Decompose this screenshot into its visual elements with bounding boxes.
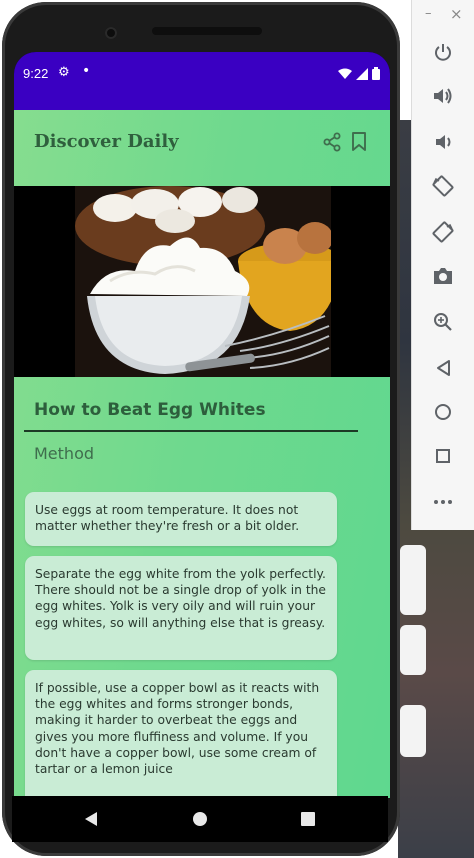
- notification-dot-icon: •: [82, 63, 91, 79]
- desktop-card: [400, 705, 426, 757]
- gear-icon: ⚙: [58, 65, 70, 80]
- bookmark-button[interactable]: [347, 130, 371, 154]
- back-icon: [85, 812, 97, 826]
- emulator-back-button[interactable]: [431, 356, 455, 380]
- front-camera: [105, 27, 117, 39]
- step-text: Separate the egg white from the yolk per…: [35, 567, 327, 630]
- app-title: Discover Daily: [34, 131, 179, 152]
- more-icon: [434, 500, 452, 504]
- status-time: 9:22: [23, 66, 49, 81]
- power-icon: [435, 44, 451, 61]
- volume-up-button[interactable]: [431, 84, 455, 108]
- step-text: If possible, use a copper bowl as it rea…: [35, 681, 320, 777]
- power-button[interactable]: [431, 40, 455, 64]
- rotate-right-button[interactable]: [431, 220, 455, 244]
- overview-icon: [301, 812, 315, 826]
- rotate-left-icon: [432, 175, 454, 197]
- volume-down-icon: [436, 135, 451, 149]
- home-icon: [193, 812, 207, 826]
- screenshot-button[interactable]: [431, 264, 455, 288]
- title-divider: [24, 430, 358, 432]
- app-toolbar: Discover Daily: [14, 110, 390, 186]
- method-step-card: Use eggs at room temperature. It does no…: [25, 492, 337, 546]
- volume-down-button[interactable]: [431, 130, 455, 154]
- nav-overview-button[interactable]: [297, 808, 319, 830]
- desktop-card: [400, 545, 426, 615]
- emulator-controls-panel: – ×: [411, 0, 474, 530]
- article-image: [14, 186, 390, 377]
- zoom-icon: [434, 313, 452, 331]
- status-bar: 9:22 ⚙ •: [14, 52, 390, 110]
- emulator-overview-button[interactable]: [431, 444, 455, 468]
- signal-icon: [356, 67, 368, 80]
- home-icon: [435, 404, 451, 420]
- method-step-card: If possible, use a copper bowl as it rea…: [25, 670, 337, 798]
- speaker-grille: [152, 27, 262, 35]
- phone-screen: 9:22 ⚙ • Discover Daily How to Beat Egg …: [14, 52, 390, 798]
- nav-back-button[interactable]: [80, 808, 102, 830]
- bookmark-icon: [352, 132, 366, 151]
- more-options-button[interactable]: [431, 490, 455, 514]
- method-step-card: Separate the egg white from the yolk per…: [25, 556, 337, 660]
- rotate-left-button[interactable]: [431, 174, 455, 198]
- share-button[interactable]: [320, 130, 344, 154]
- step-text: Use eggs at room temperature. It does no…: [35, 503, 300, 534]
- share-icon: [323, 132, 341, 152]
- back-icon: [437, 360, 450, 376]
- egg-whites-photo: [75, 186, 331, 377]
- emulator-home-button[interactable]: [431, 400, 455, 424]
- rotate-right-icon: [432, 221, 454, 243]
- article-title: How to Beat Egg Whites: [34, 400, 266, 420]
- wifi-icon: [338, 68, 352, 79]
- volume-up-icon: [434, 88, 452, 104]
- phone-frame: 9:22 ⚙ • Discover Daily How to Beat Egg …: [2, 2, 400, 856]
- section-title: Method: [34, 444, 95, 463]
- system-nav-bar: [12, 796, 388, 842]
- article-screen: Discover Daily How to Beat Egg Whites Me…: [14, 110, 390, 798]
- nav-home-button[interactable]: [189, 808, 211, 830]
- camera-icon: [434, 268, 452, 284]
- battery-icon: [372, 67, 380, 80]
- overview-icon: [436, 449, 450, 463]
- minimize-button[interactable]: –: [425, 6, 432, 21]
- close-button[interactable]: ×: [450, 5, 463, 23]
- zoom-button[interactable]: [431, 310, 455, 334]
- desktop-card: [400, 625, 426, 675]
